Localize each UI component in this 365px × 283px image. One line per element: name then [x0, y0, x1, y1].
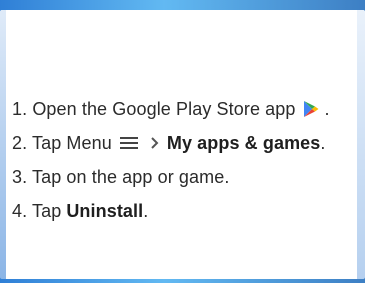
step-tap-uninstall: 4. Tap Uninstall .	[12, 194, 362, 228]
step4-period: .	[143, 200, 149, 221]
google-play-icon	[303, 100, 319, 118]
uninstall-label: Uninstall	[66, 200, 144, 221]
my-apps-and-games-label: My apps & games	[166, 132, 321, 153]
step1-period: .	[324, 98, 330, 119]
step-open-play-store: 1. Open the Google Play Store app .	[12, 92, 362, 126]
uninstall-steps-list: 1. Open the Google Play Store app . 2. T…	[12, 92, 362, 228]
step1-text: 1. Open the Google Play Store app	[12, 98, 296, 119]
step2-period: .	[320, 132, 326, 153]
chevron-right-icon	[149, 134, 161, 152]
step-tap-app: 3. Tap on the app or game.	[12, 160, 362, 194]
step4-text: 4. Tap	[12, 200, 62, 221]
step3-text: 3. Tap on the app or game.	[12, 166, 230, 187]
step2-text: 2. Tap Menu	[12, 132, 112, 153]
card-left-edge	[0, 10, 6, 279]
hamburger-menu-icon	[119, 134, 139, 152]
step-tap-menu: 2. Tap Menu My apps & games .	[12, 126, 362, 160]
